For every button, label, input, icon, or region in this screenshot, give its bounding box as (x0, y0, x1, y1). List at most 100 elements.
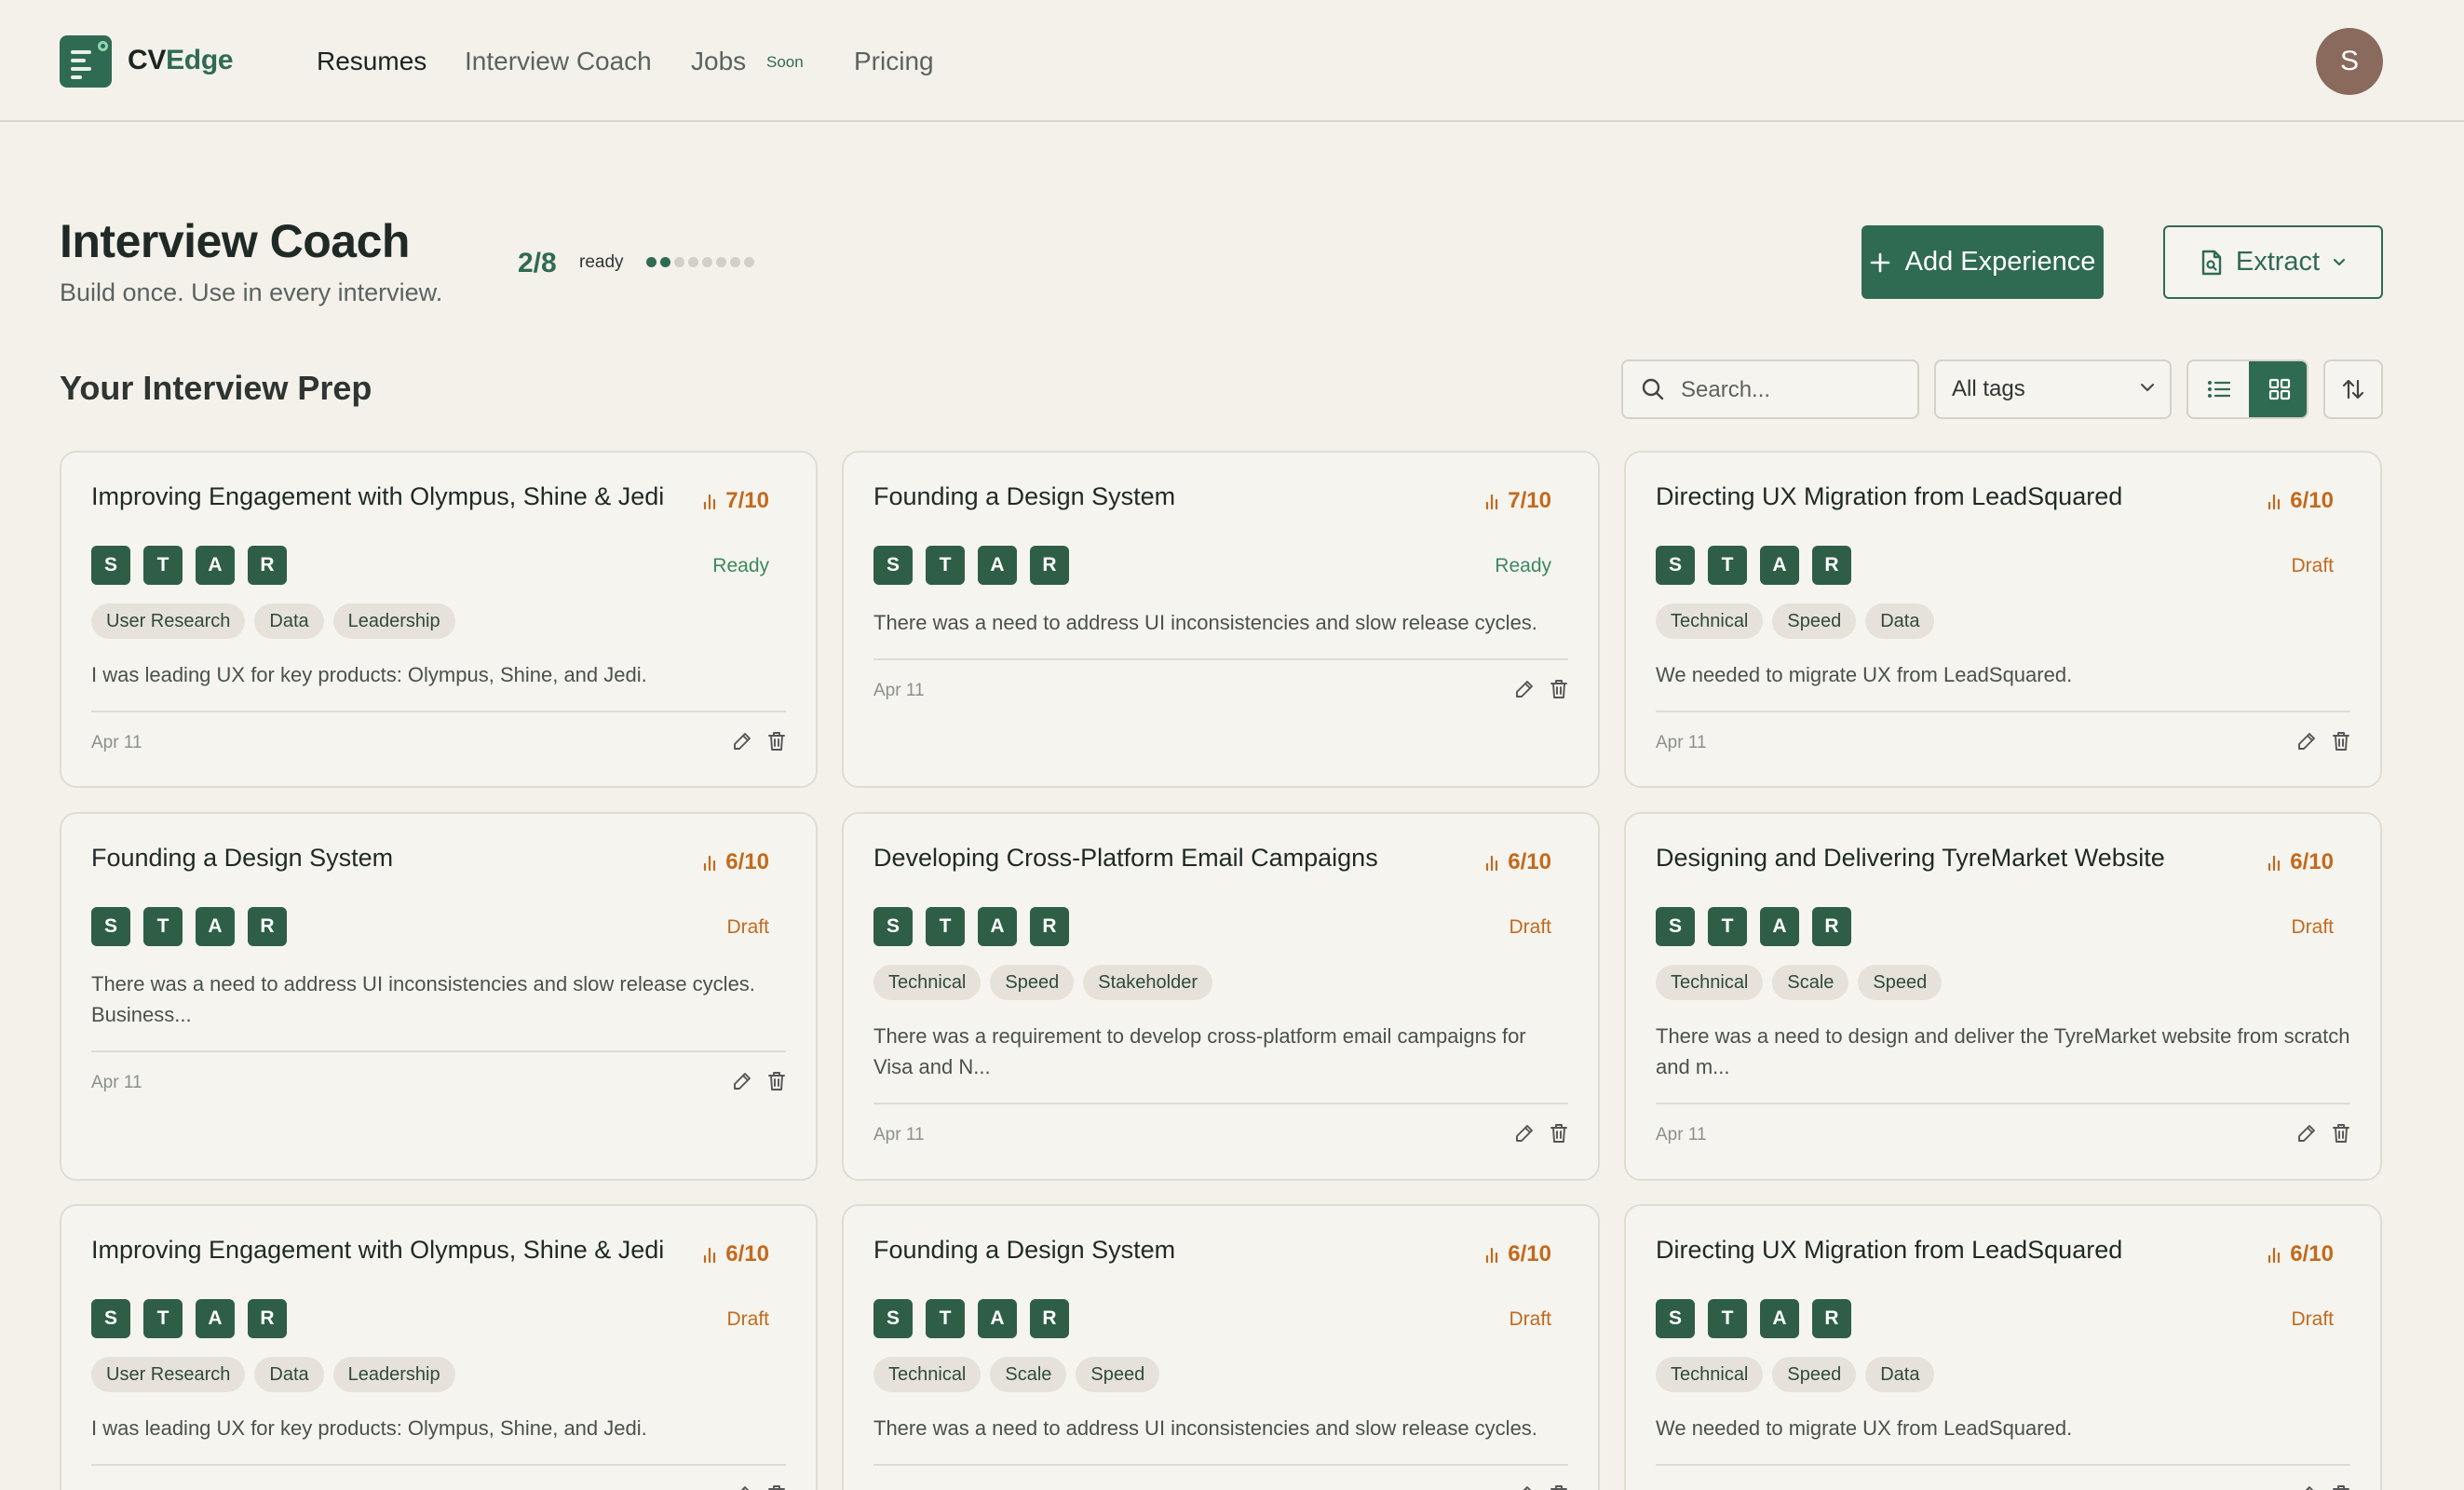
add-experience-button[interactable]: Add Experience (1862, 225, 2104, 299)
edit-icon[interactable] (732, 731, 752, 752)
tag-chip[interactable]: Technical (873, 1357, 982, 1392)
card-title: Founding a Design System (873, 1236, 1176, 1264)
trash-icon[interactable] (767, 731, 786, 752)
edit-icon[interactable] (732, 1071, 752, 1091)
card-date: Apr 11 (873, 681, 925, 700)
tag-chip[interactable]: Technical (1656, 1357, 1764, 1392)
star-letter-badge: S (873, 1299, 913, 1338)
card-status: Draft (1509, 1308, 1551, 1330)
tag-chip[interactable]: Technical (1656, 603, 1764, 639)
card-status: Draft (2291, 916, 2334, 938)
trash-icon[interactable] (767, 1484, 786, 1490)
trash-icon[interactable] (1550, 1123, 1568, 1144)
star-letter-badge: T (926, 1299, 965, 1338)
card-status: Draft (2291, 555, 2334, 576)
star-letter-badge: R (1812, 907, 1851, 946)
tag-chip[interactable]: Leadership (332, 603, 455, 639)
card-score-value: 6/10 (2290, 488, 2334, 513)
star-letter-badge: T (926, 907, 965, 946)
experience-card[interactable]: Founding a Design System 6/10 S T A R Draft Tec… (842, 1204, 1600, 1490)
edit-icon[interactable] (2296, 1484, 2317, 1490)
card-title: Directing UX Migration from LeadSquared (1656, 482, 2123, 510)
tag-filter-value: All tags (1952, 376, 2025, 401)
trash-icon[interactable] (1550, 679, 1568, 699)
card-date: Apr 11 (91, 733, 142, 752)
trash-icon[interactable] (2332, 1123, 2350, 1144)
search-box[interactable] (1621, 359, 1919, 419)
tag-chip[interactable]: Data (254, 603, 324, 639)
trash-icon[interactable] (2332, 731, 2350, 752)
search-icon (1642, 378, 1664, 400)
experience-card[interactable]: Designing and Delivering TyreMarket Webs… (1624, 812, 2382, 1181)
tag-chip[interactable]: Leadership (332, 1357, 455, 1392)
tag-chip[interactable]: Speed (1076, 1357, 1160, 1392)
card-description: There was a requirement to develop cross… (873, 1024, 1526, 1078)
ready-count: 2/8 (518, 248, 557, 278)
edit-icon[interactable] (2296, 731, 2317, 752)
search-input[interactable] (1681, 372, 1904, 408)
card-description: There was a need to address UI inconsist… (873, 1416, 1537, 1440)
plus-icon (1870, 252, 1889, 272)
trash-icon[interactable] (2332, 1484, 2350, 1490)
star-letter-badge: A (978, 546, 1017, 585)
star-letter-badge: S (91, 546, 130, 585)
extract-button[interactable]: Extract (2163, 225, 2383, 299)
tag-chip[interactable]: Technical (1656, 965, 1764, 1000)
edit-icon[interactable] (1514, 679, 1535, 699)
experience-card[interactable]: Improving Engagement with Olympus, Shine… (60, 1204, 818, 1490)
tag-chip[interactable]: Speed (1772, 1357, 1857, 1392)
tag-chip[interactable]: Scale (1772, 965, 1849, 1000)
card-score-value: 6/10 (2290, 849, 2334, 874)
tag-chip[interactable]: Speed (990, 965, 1075, 1000)
sort-button[interactable] (2323, 359, 2383, 419)
nav-link-pricing[interactable]: Pricing (854, 47, 934, 76)
star-letter-badge: S (1656, 1299, 1695, 1338)
card-status: Draft (1509, 916, 1551, 938)
score-chart-icon (2268, 1247, 2281, 1263)
list-view-button[interactable] (2188, 361, 2249, 417)
trash-icon[interactable] (767, 1071, 786, 1091)
edit-icon[interactable] (1514, 1123, 1535, 1144)
trash-icon[interactable] (1550, 1484, 1568, 1490)
tag-chip[interactable]: User Research (91, 1357, 246, 1392)
avatar[interactable]: S (2316, 28, 2383, 95)
card-date: Apr 11 (873, 1125, 925, 1145)
card-score-value: 7/10 (1508, 488, 1551, 513)
card-date: Apr 11 (1656, 1125, 1707, 1145)
card-divider (91, 1050, 786, 1052)
star-letter-badge: S (1656, 546, 1695, 585)
grid-view-button[interactable] (2249, 361, 2307, 417)
tag-chip[interactable]: User Research (91, 603, 246, 639)
tag-chip[interactable]: Technical (873, 965, 982, 1000)
tag-chip[interactable]: Scale (990, 1357, 1067, 1392)
experience-card[interactable]: Directing UX Migration from LeadSquared 6… (1624, 1204, 2382, 1490)
edit-icon[interactable] (1514, 1484, 1535, 1490)
experience-card[interactable]: Directing UX Migration from LeadSquared 6… (1624, 451, 2382, 788)
progress-dot (730, 257, 740, 267)
tag-chip[interactable]: Data (254, 1357, 324, 1392)
tag-chip[interactable]: Data (1865, 603, 1935, 639)
brand-name[interactable]: CVEdge (128, 45, 234, 76)
tag-filter-select[interactable]: All tags (1934, 359, 2172, 419)
experience-card[interactable]: Developing Cross-Platform Email Campaign… (842, 812, 1600, 1181)
card-tags: Technical Speed Data (1656, 1357, 1935, 1392)
tag-chip[interactable]: Stakeholder (1083, 965, 1212, 1000)
card-score: 6/10 (2267, 488, 2334, 514)
card-date: Apr 11 (91, 1073, 142, 1092)
score-chart-icon (1486, 855, 1498, 871)
edit-icon[interactable] (732, 1484, 752, 1490)
star-badges: STAR (1656, 907, 1851, 946)
experience-card[interactable]: Founding a Design System 7/10 S T A R Ready The… (842, 451, 1600, 788)
tag-chip[interactable]: Speed (1772, 603, 1857, 639)
experience-card[interactable]: Improving Engagement with Olympus, Shine… (60, 451, 818, 788)
experience-card[interactable]: Founding a Design System 6/10 S T A R Draft The… (60, 812, 818, 1181)
nav-link-jobs[interactable]: Jobs (691, 47, 746, 76)
tag-chip[interactable]: Data (1865, 1357, 1935, 1392)
nav-link-resumes[interactable]: Resumes (317, 47, 426, 76)
logo-icon[interactable] (60, 35, 112, 88)
nav-link-interview-coach[interactable]: Interview Coach (465, 47, 652, 76)
edit-icon[interactable] (2296, 1123, 2317, 1144)
card-actions (2296, 731, 2350, 752)
card-title: Founding a Design System (873, 482, 1176, 510)
tag-chip[interactable]: Speed (1858, 965, 1943, 1000)
